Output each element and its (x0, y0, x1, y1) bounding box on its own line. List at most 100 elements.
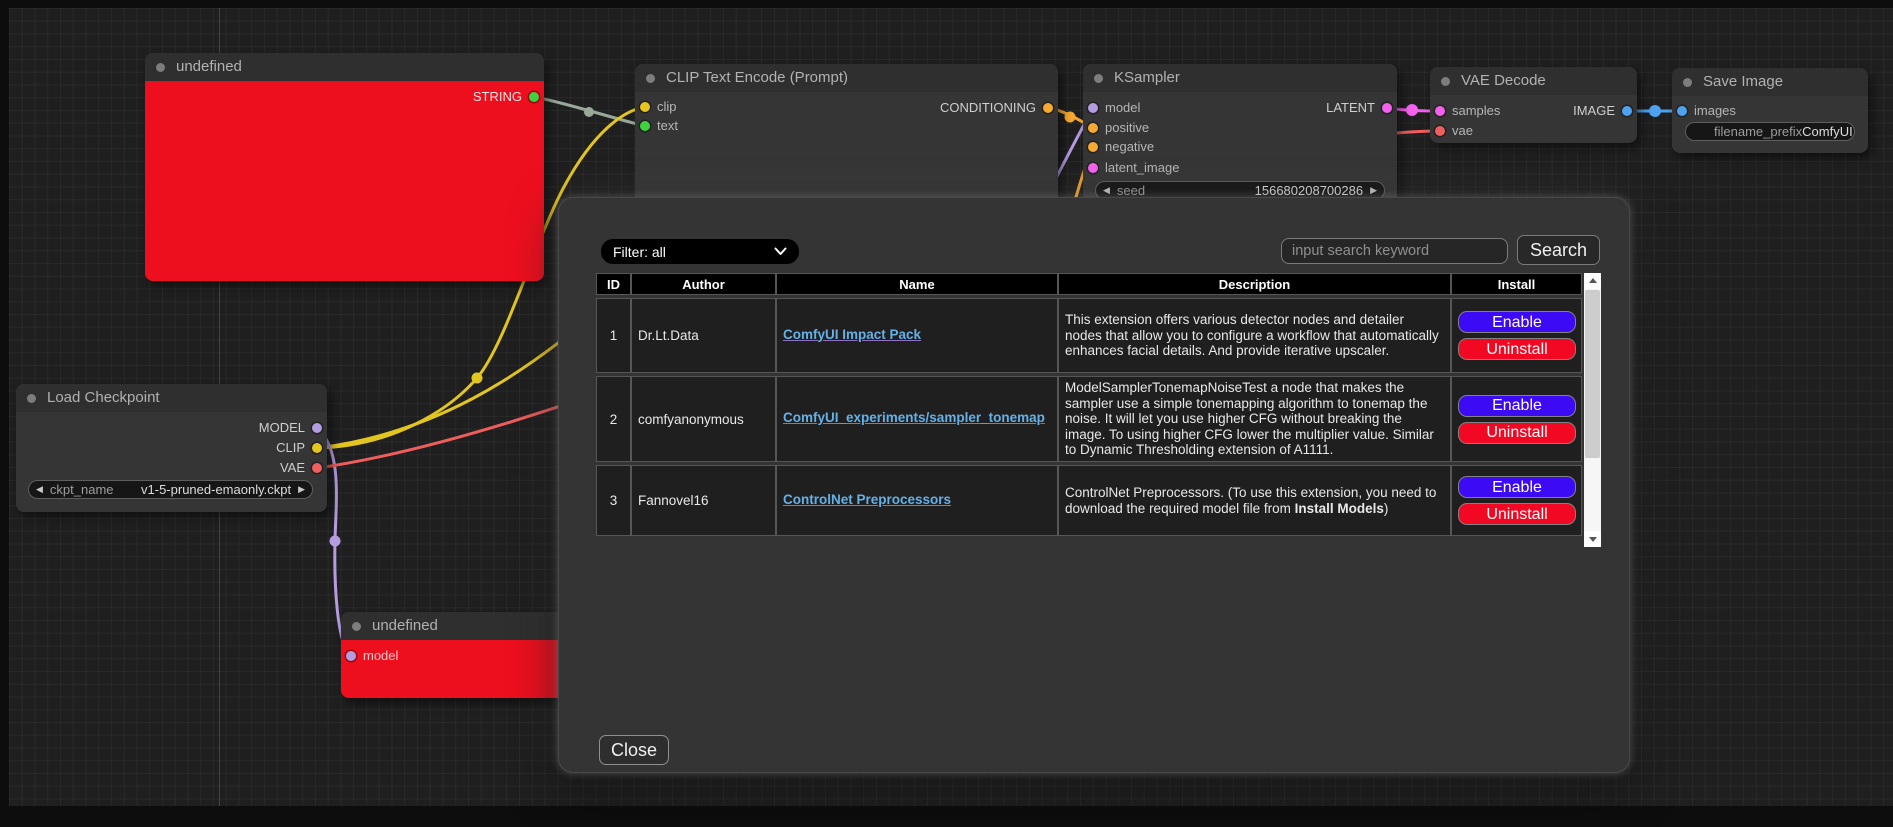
node-status-dot (156, 63, 165, 72)
vae-output-dot[interactable] (312, 463, 322, 473)
node-title: undefined (176, 58, 242, 75)
node-ksampler[interactable]: KSampler model positive negative latent_… (1083, 64, 1397, 205)
ckpt-prev-arrow-icon[interactable]: ◀ (29, 481, 50, 498)
close-button[interactable]: Close (599, 735, 669, 765)
latent-output-dot[interactable] (1382, 103, 1392, 113)
ext-id: 3 (596, 465, 631, 536)
node-title: VAE Decode (1461, 72, 1546, 89)
table-row: 3 Fannovel16 ControlNet Preprocessors Co… (596, 465, 1582, 536)
ckpt-name-value[interactable]: v1-5-pruned-emaonly.ckpt (141, 482, 291, 497)
ext-description: ControlNet Preprocessors. (To use this e… (1058, 465, 1451, 536)
node-status-dot (1683, 78, 1692, 87)
input-slot-images[interactable]: images (1672, 101, 1736, 121)
image-output-dot[interactable] (1622, 106, 1632, 116)
samples-input-dot[interactable] (1435, 106, 1445, 116)
node-title: KSampler (1114, 69, 1180, 86)
comfyui-window: undefined STRING CLIP Text Encode (Promp… (0, 0, 1893, 827)
ext-author: Fannovel16 (631, 465, 776, 536)
model-output-dot[interactable] (312, 423, 322, 433)
clip-input-dot[interactable] (640, 102, 650, 112)
ckpt-next-arrow-icon[interactable]: ▶ (291, 481, 312, 498)
filter-select[interactable]: Filter: all (601, 239, 799, 264)
uninstall-button[interactable]: Uninstall (1458, 422, 1576, 444)
string-output-dot[interactable] (529, 92, 539, 102)
output-slot-image[interactable]: IMAGE (1573, 101, 1637, 121)
col-header-id: ID (596, 273, 631, 295)
output-slot-model[interactable]: MODEL (259, 418, 327, 438)
search-input[interactable] (1281, 238, 1508, 264)
seed-value[interactable]: 156680208700286 (1255, 183, 1363, 198)
search-button[interactable]: Search (1517, 235, 1600, 265)
table-header-row: ID Author Name Description Install (596, 273, 1582, 295)
enable-button[interactable]: Enable (1458, 476, 1576, 498)
positive-input-dot[interactable] (1088, 123, 1098, 133)
latent-image-input-dot[interactable] (1088, 163, 1098, 173)
node-title: Load Checkpoint (47, 389, 160, 406)
node-vae-decode[interactable]: VAE Decode samples vae IMAGE (1430, 67, 1637, 143)
node-clip-text-encode[interactable]: CLIP Text Encode (Prompt) clip text COND… (635, 64, 1058, 205)
input-slot-latent-image[interactable]: latent_image (1083, 158, 1179, 178)
col-header-description: Description (1058, 273, 1451, 295)
vae-input-dot[interactable] (1435, 126, 1445, 136)
extensions-table: ID Author Name Description Install 1 Dr.… (596, 270, 1582, 550)
ext-name-link[interactable]: ControlNet Preprocessors (783, 492, 951, 507)
clip-output-dot[interactable] (312, 443, 322, 453)
ext-id: 1 (596, 298, 631, 373)
negative-input-dot[interactable] (1088, 142, 1098, 152)
col-header-name: Name (776, 273, 1058, 295)
output-slot-conditioning[interactable]: CONDITIONING (940, 98, 1058, 118)
input-slot-model[interactable]: model (341, 646, 398, 666)
uninstall-button[interactable]: Uninstall (1458, 503, 1576, 525)
ext-description: ModelSamplerTonemapNoiseTest a node that… (1058, 376, 1451, 462)
ext-author: comfyanonymous (631, 376, 776, 462)
node-status-dot (1094, 74, 1103, 83)
node-status-dot (27, 394, 36, 403)
uninstall-button[interactable]: Uninstall (1458, 338, 1576, 360)
ckpt-name-widget[interactable]: ◀ ckpt_name v1-5-pruned-emaonly.ckpt ▶ (28, 480, 313, 499)
filename-prefix-widget[interactable]: filename_prefix ComfyUI (1685, 122, 1855, 141)
filter-select-value: Filter: all (613, 244, 666, 260)
enable-button[interactable]: Enable (1458, 395, 1576, 417)
input-slot-clip[interactable]: clip (635, 97, 677, 117)
input-slot-text[interactable]: text (635, 116, 678, 136)
node-title: CLIP Text Encode (Prompt) (666, 69, 848, 86)
table-scrollbar[interactable] (1584, 273, 1601, 547)
input-slot-model[interactable]: model (1083, 98, 1140, 118)
node-status-dot (1441, 77, 1450, 86)
scrollbar-up-arrow-icon[interactable] (1584, 273, 1601, 289)
node-undefined-string[interactable]: undefined STRING (145, 53, 544, 281)
ext-author: Dr.Lt.Data (631, 298, 776, 373)
node-load-checkpoint[interactable]: Load Checkpoint MODEL CLIP VAE ◀ ckpt_na… (16, 384, 327, 512)
scrollbar-down-arrow-icon[interactable] (1584, 531, 1601, 547)
custom-nodes-manager-dialog: Filter: all Search ID Author Name Descri… (558, 197, 1630, 773)
ext-name-link[interactable]: ComfyUI Impact Pack (783, 327, 921, 342)
chevron-down-icon (774, 247, 787, 256)
node-save-image[interactable]: Save Image images filename_prefix ComfyU… (1672, 68, 1868, 153)
text-input-dot[interactable] (640, 121, 650, 131)
node-status-dot (352, 622, 361, 631)
input-slot-samples[interactable]: samples (1430, 101, 1500, 121)
node-title: Save Image (1703, 73, 1783, 90)
output-slot-clip[interactable]: CLIP (276, 438, 327, 458)
output-slot-vae[interactable]: VAE (280, 458, 327, 478)
col-header-install: Install (1451, 273, 1582, 295)
input-slot-vae[interactable]: vae (1430, 121, 1473, 141)
col-header-author: Author (631, 273, 776, 295)
conditioning-output-dot[interactable] (1043, 103, 1053, 113)
input-slot-positive[interactable]: positive (1083, 118, 1149, 138)
images-input-dot[interactable] (1677, 106, 1687, 116)
scrollbar-thumb[interactable] (1585, 290, 1600, 458)
table-row: 2 comfyanonymous ComfyUI_experiments/sam… (596, 376, 1582, 462)
table-row: 1 Dr.Lt.Data ComfyUI Impact Pack This ex… (596, 298, 1582, 373)
node-title: undefined (372, 617, 438, 634)
model-input-dot[interactable] (1088, 103, 1098, 113)
output-slot-latent[interactable]: LATENT (1326, 98, 1397, 118)
enable-button[interactable]: Enable (1458, 311, 1576, 333)
filename-prefix-value[interactable]: ComfyUI (1802, 124, 1853, 139)
ext-description: This extension offers various detector n… (1058, 298, 1451, 373)
model-input-dot[interactable] (346, 651, 356, 661)
node-status-dot (646, 74, 655, 83)
output-slot-string[interactable]: STRING (473, 87, 544, 107)
ext-name-link[interactable]: ComfyUI_experiments/sampler_tonemap (783, 410, 1045, 425)
input-slot-negative[interactable]: negative (1083, 137, 1154, 157)
